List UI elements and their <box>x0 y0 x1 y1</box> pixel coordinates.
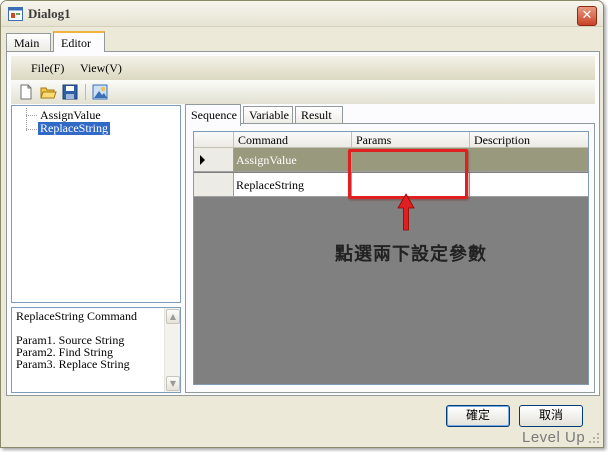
cell-command[interactable]: AssignValue <box>234 148 352 172</box>
column-header-command[interactable]: Command <box>234 132 352 148</box>
cell-description[interactable] <box>470 148 588 172</box>
app-window-icon <box>8 7 23 21</box>
scroll-down-button[interactable]: ▼ <box>166 376 180 391</box>
grid-header: Command Params Description <box>194 132 588 148</box>
menu-view[interactable]: View(V) <box>80 61 122 76</box>
cell-command[interactable]: ReplaceString <box>234 173 352 197</box>
image-icon[interactable] <box>91 83 109 101</box>
menu-file[interactable]: File(F) <box>31 61 64 76</box>
tree-connector-line <box>26 108 27 131</box>
scroll-up-button[interactable]: ▲ <box>166 309 180 324</box>
tree-item-replacestring[interactable]: ReplaceString <box>38 122 110 135</box>
tab-editor[interactable]: Editor <box>53 31 105 52</box>
main-tab-strip: Main Editor <box>6 31 602 52</box>
toolbar <box>11 80 595 104</box>
annotation-text: 點選兩下設定參數 <box>335 244 487 265</box>
close-button[interactable]: ✕ <box>577 6 597 26</box>
toolbar-separator <box>85 84 86 100</box>
editor-tab-panel: File(F) View(V) AssignValue ReplaceStrin… <box>6 51 600 396</box>
tab-sequence[interactable]: Sequence <box>185 104 241 126</box>
current-row-arrow-icon <box>200 155 205 165</box>
column-header-params[interactable]: Params <box>352 132 470 148</box>
column-header-description[interactable]: Description <box>470 132 588 148</box>
dialog-window: Dialog1 ✕ Main Editor File(F) View(V) As… <box>0 0 604 448</box>
watermark-text: Level Up <box>522 429 586 446</box>
menu-bar: File(F) View(V) <box>11 56 595 80</box>
command-description-box[interactable]: ReplaceString Command Param1. Source Str… <box>11 307 181 393</box>
window-title: Dialog1 <box>28 6 71 21</box>
tab-main[interactable]: Main <box>6 33 51 51</box>
row-header-corner <box>194 132 234 148</box>
cancel-button[interactable]: 取消 <box>519 405 583 427</box>
title-bar[interactable]: Dialog1 ✕ <box>1 1 603 27</box>
description-scrollbar[interactable]: ▲ ▼ <box>164 308 180 392</box>
command-tree[interactable]: AssignValue ReplaceString <box>11 105 181 303</box>
save-icon[interactable] <box>61 83 79 101</box>
resize-grip-icon[interactable] <box>588 432 600 444</box>
command-description-text: ReplaceString Command Param1. Source Str… <box>16 309 137 371</box>
tree-connector-line <box>26 129 37 130</box>
row-header[interactable] <box>194 173 234 197</box>
new-file-icon[interactable] <box>17 83 35 101</box>
ok-button[interactable]: 確定 <box>446 405 510 427</box>
open-folder-icon[interactable] <box>39 83 57 101</box>
annotation-arrow-icon <box>397 193 415 231</box>
cell-description[interactable] <box>470 173 588 197</box>
row-header[interactable] <box>194 148 234 172</box>
tree-connector-line <box>26 115 37 116</box>
